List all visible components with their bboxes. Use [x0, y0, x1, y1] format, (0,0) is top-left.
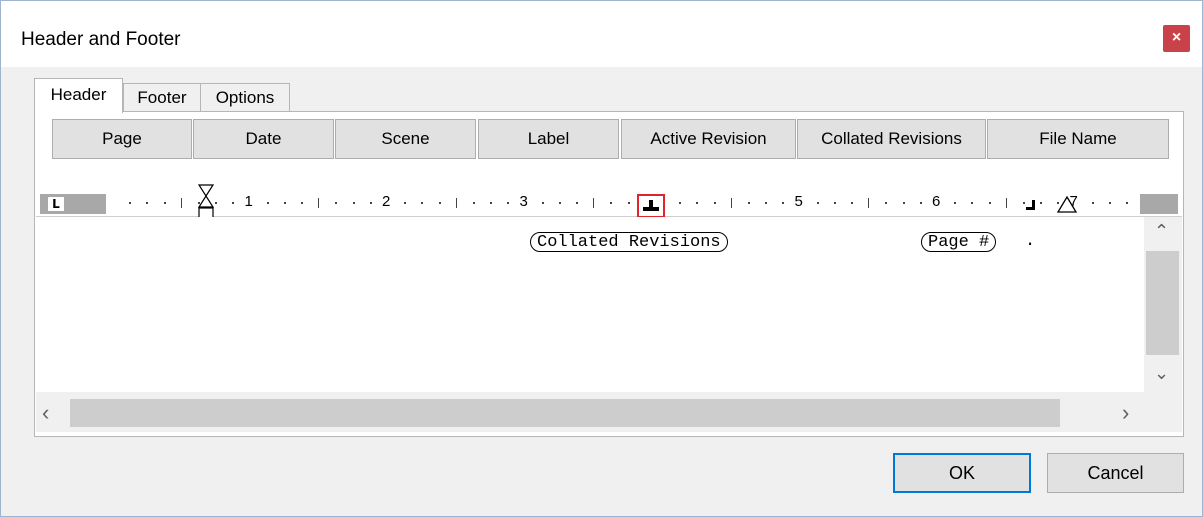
- selected-tab-stop[interactable]: [637, 194, 665, 218]
- scroll-corner: [1144, 392, 1182, 432]
- ruler-tick: [421, 202, 424, 204]
- insert-file-name-button[interactable]: File Name: [987, 119, 1169, 159]
- header-editor[interactable]: Collated Revisions Page # .: [36, 217, 1144, 392]
- ruler-tick: [679, 202, 682, 204]
- cancel-button[interactable]: Cancel: [1047, 453, 1184, 493]
- ruler-half-inch-mark: [593, 198, 595, 208]
- ruler-tick: [902, 202, 905, 204]
- tab-options[interactable]: Options: [200, 83, 290, 111]
- right-tab-stop-icon[interactable]: [1024, 198, 1038, 212]
- ruler-tick: [215, 202, 218, 204]
- tab-footer[interactable]: Footer: [123, 83, 201, 111]
- ruler-tick: [129, 202, 132, 204]
- insert-page-button[interactable]: Page: [52, 119, 192, 159]
- ruler-tick: [507, 202, 510, 204]
- close-button[interactable]: ×: [1163, 25, 1190, 52]
- ruler-tick: [163, 202, 166, 204]
- insert-collated-revisions-button[interactable]: Collated Revisions: [797, 119, 986, 159]
- ruler-tick: [438, 202, 441, 204]
- ruler-half-inch-mark: [318, 198, 320, 208]
- tab-header[interactable]: Header: [34, 78, 123, 113]
- ruler-tick: [971, 202, 974, 204]
- ruler-tick: [816, 202, 819, 204]
- ruler-half-inch-mark: [1005, 198, 1007, 208]
- chevron-right-icon[interactable]: ›: [1122, 400, 1129, 426]
- tab-type-selector[interactable]: L: [48, 197, 64, 211]
- ruler-tick: [1126, 202, 1129, 204]
- ruler-tick: [919, 202, 922, 204]
- trailing-text: .: [1025, 232, 1036, 251]
- insert-active-revision-button[interactable]: Active Revision: [621, 119, 796, 159]
- ruler-number: 3: [519, 193, 528, 210]
- ruler-tick: [610, 202, 613, 204]
- ruler-tick: [782, 202, 785, 204]
- ruler-tick: [627, 202, 630, 204]
- ruler-tick: [696, 202, 699, 204]
- ruler-tick: [885, 202, 888, 204]
- ok-button[interactable]: OK: [893, 453, 1031, 493]
- ruler-tick: [558, 202, 561, 204]
- ruler[interactable]: L 1234567: [36, 180, 1182, 220]
- ruler-tick: [335, 202, 338, 204]
- ruler-tick: [713, 202, 716, 204]
- ruler-tick: [988, 202, 991, 204]
- ruler-tick: [472, 202, 475, 204]
- ruler-tick: [266, 202, 269, 204]
- ruler-number: 5: [794, 193, 803, 210]
- right-indent-marker[interactable]: [1056, 194, 1078, 216]
- chevron-down-icon[interactable]: ⌄: [1154, 363, 1169, 384]
- chevron-up-icon[interactable]: ⌃: [1154, 221, 1169, 242]
- center-tab-icon: [643, 200, 659, 211]
- insert-label-button[interactable]: Label: [478, 119, 619, 159]
- horizontal-scroll-thumb[interactable]: [70, 399, 1060, 427]
- ruler-tick: [232, 202, 235, 204]
- ruler-tick: [146, 202, 149, 204]
- collated-revisions-field[interactable]: Collated Revisions: [530, 232, 728, 252]
- ruler-tick: [1108, 202, 1111, 204]
- insert-scene-button[interactable]: Scene: [335, 119, 476, 159]
- ruler-half-inch-mark: [730, 198, 732, 208]
- insert-date-button[interactable]: Date: [193, 119, 334, 159]
- ruler-tick: [352, 202, 355, 204]
- page-number-field[interactable]: Page #: [921, 232, 997, 252]
- header-tab-panel: Page Date Scene Label Active Revision Co…: [34, 111, 1184, 437]
- ruler-tick: [954, 202, 957, 204]
- ruler-number: 6: [932, 193, 941, 210]
- ruler-tick: [301, 202, 304, 204]
- ruler-tick: [747, 202, 750, 204]
- ruler-tick: [851, 202, 854, 204]
- ruler-half-inch-mark: [455, 198, 457, 208]
- ruler-tick: [765, 202, 768, 204]
- ruler-half-inch-mark: [868, 198, 870, 208]
- ruler-right-margin: [1140, 194, 1178, 214]
- ruler-tick: [404, 202, 407, 204]
- ruler-tick: [369, 202, 372, 204]
- header-footer-dialog: Header and Footer × Header Footer Option…: [0, 0, 1203, 517]
- vertical-scroll-thumb[interactable]: [1146, 251, 1179, 355]
- ruler-tick: [490, 202, 493, 204]
- ruler-tick: [1091, 202, 1094, 204]
- ruler-tick: [541, 202, 544, 204]
- ruler-number: 1: [244, 193, 253, 210]
- title-bar: Header and Footer ×: [1, 1, 1202, 67]
- horizontal-scrollbar[interactable]: ‹ ›: [36, 392, 1144, 432]
- chevron-left-icon[interactable]: ‹: [42, 400, 49, 426]
- ruler-tick: [576, 202, 579, 204]
- ruler-tick: [283, 202, 286, 204]
- dialog-title: Header and Footer: [21, 29, 181, 50]
- ruler-number: 2: [382, 193, 391, 210]
- ruler-tick: [833, 202, 836, 204]
- ruler-tick: [1040, 202, 1043, 204]
- ruler-half-inch-mark: [180, 198, 182, 208]
- vertical-scrollbar[interactable]: ⌃ ⌄: [1144, 217, 1182, 392]
